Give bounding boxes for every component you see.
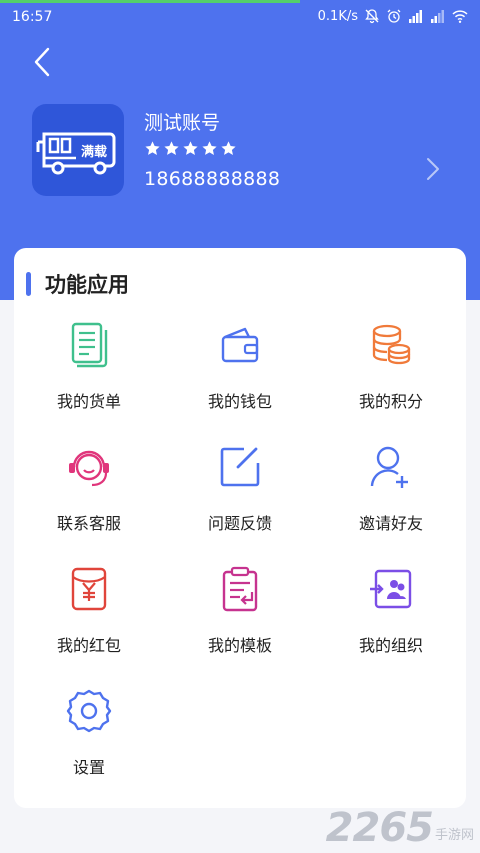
function-label: 我的货单 xyxy=(56,392,121,411)
function-card: 功能应用 我的货单 我的钱包 我的积分 联系客服 问题反馈 邀请好友 我的红包 … xyxy=(14,248,466,808)
add-user-icon xyxy=(370,446,408,488)
function-item-points[interactable]: 我的积分 xyxy=(316,322,466,432)
function-label: 邀请好友 xyxy=(358,514,423,533)
watermark-number: 2265 xyxy=(325,805,434,851)
function-label: 我的积分 xyxy=(358,392,423,411)
watermark-text: 手游网 xyxy=(434,828,474,843)
avatar: 满载 xyxy=(32,104,124,196)
alarm-icon xyxy=(387,9,401,23)
function-label: 我的红包 xyxy=(56,636,121,655)
function-item-orders[interactable]: 我的货单 xyxy=(14,322,164,432)
function-item-organization[interactable]: 我的组织 xyxy=(316,566,466,676)
function-label: 我的模板 xyxy=(207,636,272,655)
function-item-invite[interactable]: 邀请好友 xyxy=(316,444,466,554)
status-time: 16:57 xyxy=(12,9,53,25)
account-name: 测试账号 xyxy=(144,112,221,134)
chevron-right-icon xyxy=(427,158,439,180)
function-label: 我的组织 xyxy=(358,636,423,655)
star-icon xyxy=(202,141,217,155)
wifi-icon xyxy=(452,10,468,23)
profile-row[interactable]: 满载 测试账号 18688888888 xyxy=(32,104,440,196)
red-envelope-icon xyxy=(71,567,107,611)
function-item-customer-service[interactable]: 联系客服 xyxy=(14,444,164,554)
phone-number: 18688888888 xyxy=(144,168,281,190)
star-icon xyxy=(164,141,179,155)
profile-page: 16:57 0.1K/s 满载 测试账号 18688888888 功能应用 我的… xyxy=(0,0,480,853)
gear-icon xyxy=(66,689,112,733)
function-label: 我的钱包 xyxy=(207,392,272,411)
function-label: 设置 xyxy=(72,758,105,777)
star-icon xyxy=(221,141,236,155)
coins-stack-icon xyxy=(372,324,411,365)
star-icon xyxy=(145,141,160,155)
site-watermark: 2265 手游网 xyxy=(326,805,474,851)
rating-stars xyxy=(144,140,237,157)
function-item-red-envelope[interactable]: 我的红包 xyxy=(14,566,164,676)
clipboard-template-icon xyxy=(222,566,258,612)
signal-icon xyxy=(409,10,422,23)
signal-icon xyxy=(431,10,444,23)
section-accent-bar xyxy=(26,272,31,296)
organization-icon xyxy=(370,569,412,609)
bus-logo-icon: 满载 xyxy=(36,132,116,175)
section-title: 功能应用 xyxy=(45,273,129,297)
status-right: 0.1K/s xyxy=(318,8,468,24)
edit-square-icon xyxy=(220,447,260,487)
function-item-settings[interactable]: 设置 xyxy=(14,688,164,798)
chevron-left-icon xyxy=(34,47,50,77)
star-icon xyxy=(183,141,198,155)
function-item-feedback[interactable]: 问题反馈 xyxy=(165,444,315,554)
function-label: 联系客服 xyxy=(56,514,121,533)
function-item-templates[interactable]: 我的模板 xyxy=(165,566,315,676)
document-list-icon xyxy=(71,322,108,368)
headset-icon xyxy=(69,450,109,487)
function-item-wallet[interactable]: 我的钱包 xyxy=(165,322,315,432)
wallet-icon xyxy=(221,327,259,363)
net-speed: 0.1K/s xyxy=(317,8,358,24)
mute-bell-icon xyxy=(365,9,379,24)
avatar-text: 满载 xyxy=(81,144,107,160)
section-header: 功能应用 xyxy=(26,270,129,298)
function-label: 问题反馈 xyxy=(207,514,272,533)
back-button[interactable] xyxy=(26,44,58,80)
status-bar: 16:57 0.1K/s xyxy=(0,0,480,34)
